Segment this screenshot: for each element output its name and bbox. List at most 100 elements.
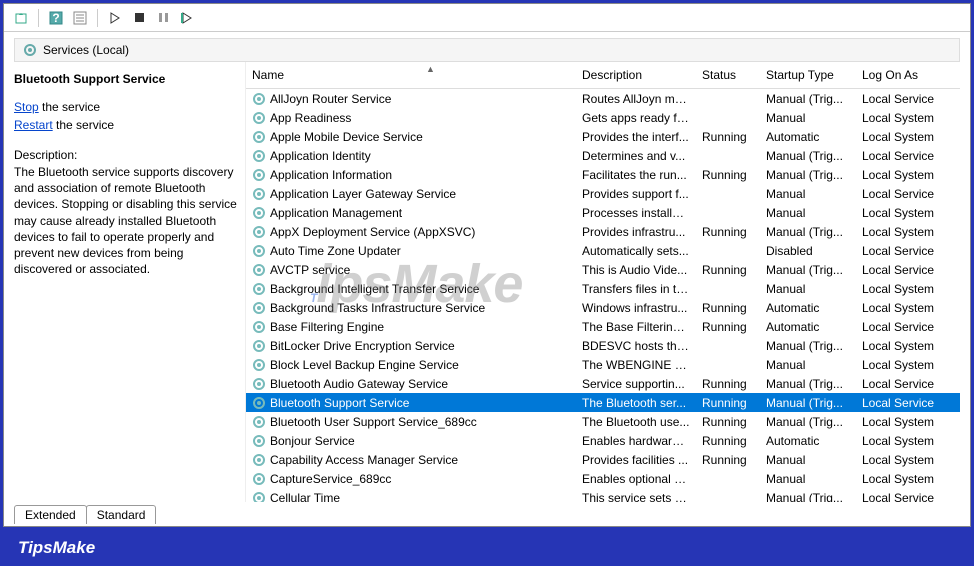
gear-icon [252,149,266,163]
tab-standard[interactable]: Standard [86,505,157,524]
service-desc: Provides the interf... [576,130,696,144]
service-status: Running [696,320,760,334]
service-desc: Processes installat... [576,206,696,220]
service-row[interactable]: BitLocker Drive Encryption ServiceBDESVC… [246,336,960,355]
service-desc: Transfers files in th... [576,282,696,296]
view-title: Services (Local) [43,43,129,57]
help-icon[interactable]: ? [45,7,67,29]
svg-text:?: ? [52,11,59,25]
list-pane: ▲ Name Description Status Startup Type L… [246,62,960,502]
service-status: Running [696,415,760,429]
service-logon: Local System [856,130,948,144]
service-row[interactable]: Bluetooth Audio Gateway ServiceService s… [246,374,960,393]
service-row[interactable]: Block Level Backup Engine Service The WBE… [246,355,960,374]
tab-extended[interactable]: Extended [14,505,87,524]
service-name: Bluetooth User Support Service_689cc [270,415,477,429]
service-row[interactable]: Background Intelligent Transfer Service T… [246,279,960,298]
stop-service-icon[interactable] [128,7,150,29]
col-startup[interactable]: Startup Type [760,68,856,82]
service-desc: This service sets ti... [576,491,696,503]
service-status: Running [696,301,760,315]
service-startup: Manual (Trig... [760,339,856,353]
gear-icon [252,111,266,125]
service-desc: Enables optional s... [576,472,696,486]
service-startup: Manual [760,453,856,467]
export-icon[interactable] [10,7,32,29]
restart-link[interactable]: Restart [14,118,53,132]
service-logon: Local System [856,358,948,372]
service-row[interactable]: Application Layer Gateway ServiceProvide… [246,184,960,203]
service-name: BitLocker Drive Encryption Service [270,339,455,353]
service-name: Background Tasks Infrastructure Service [270,301,485,315]
service-row[interactable]: App ReadinessGets apps ready fo...Manual… [246,108,960,127]
col-status[interactable]: Status [696,68,760,82]
detail-title: Bluetooth Support Service [14,72,237,86]
service-startup: Manual (Trig... [760,149,856,163]
service-status: Running [696,263,760,277]
service-rows[interactable]: AllJoyn Router ServiceRoutes AllJoyn me.… [246,89,960,502]
pause-service-icon[interactable] [152,7,174,29]
service-status: Running [696,168,760,182]
gear-icon [252,130,266,144]
service-logon: Local Service [856,491,948,503]
service-row[interactable]: Bluetooth Support ServiceThe Bluetooth s… [246,393,960,412]
toolbar: ? [4,4,970,32]
service-row[interactable]: Apple Mobile Device ServiceProvides the … [246,127,960,146]
service-row[interactable]: Cellular TimeThis service sets ti...Manu… [246,488,960,502]
service-name: Capability Access Manager Service [270,453,458,467]
service-row[interactable]: AVCTP serviceThis is Audio Vide...Runnin… [246,260,960,279]
service-startup: Manual (Trig... [760,396,856,410]
service-name: AppX Deployment Service (AppXSVC) [270,225,475,239]
service-row[interactable]: Base Filtering EngineThe Base Filtering … [246,317,960,336]
service-name: Application Management [270,206,402,220]
restart-service-icon[interactable] [176,7,198,29]
service-desc: Facilitates the run... [576,168,696,182]
service-row[interactable]: Application IdentityDetermines and v...M… [246,146,960,165]
toolbar-separator [97,9,98,27]
service-startup: Manual (Trig... [760,263,856,277]
service-row[interactable]: Background Tasks Infrastructure ServiceW… [246,298,960,317]
col-logon[interactable]: Log On As [856,68,948,82]
gear-icon [252,339,266,353]
service-status: Running [696,396,760,410]
gear-icon [252,244,266,258]
gear-icon [252,377,266,391]
service-logon: Local System [856,415,948,429]
service-name: Application Layer Gateway Service [270,187,456,201]
service-startup: Manual [760,206,856,220]
service-row[interactable]: Bluetooth User Support Service_689ccThe … [246,412,960,431]
stop-link[interactable]: Stop [14,100,39,114]
service-row[interactable]: Auto Time Zone UpdaterAutomatically sets… [246,241,960,260]
properties-icon[interactable] [69,7,91,29]
gear-icon [252,320,266,334]
services-icon [23,43,37,57]
service-name: Bluetooth Audio Gateway Service [270,377,448,391]
start-service-icon[interactable] [104,7,126,29]
service-name: CaptureService_689cc [270,472,391,486]
service-startup: Manual (Trig... [760,377,856,391]
gear-icon [252,415,266,429]
service-name: App Readiness [270,111,351,125]
service-startup: Automatic [760,301,856,315]
service-row[interactable]: Application InformationFacilitates the r… [246,165,960,184]
service-row[interactable]: AllJoyn Router ServiceRoutes AllJoyn me.… [246,89,960,108]
service-row[interactable]: Capability Access Manager ServiceProvide… [246,450,960,469]
service-desc: Gets apps ready fo... [576,111,696,125]
service-status: Running [696,130,760,144]
service-name: Block Level Backup Engine Service [270,358,459,372]
service-desc: The WBENGINE se... [576,358,696,372]
service-startup: Automatic [760,320,856,334]
col-description[interactable]: Description [576,68,696,82]
service-row[interactable]: Bonjour ServiceEnables hardware ...Runni… [246,431,960,450]
service-name: Bonjour Service [270,434,355,448]
service-name: Background Intelligent Transfer Service [270,282,479,296]
service-row[interactable]: CaptureService_689cc Enables optional s..… [246,469,960,488]
service-row[interactable]: Application Management Processes installa… [246,203,960,222]
col-name[interactable]: Name [246,68,576,82]
gear-icon [252,168,266,182]
service-row[interactable]: AppX Deployment Service (AppXSVC)Provide… [246,222,960,241]
service-desc: The Bluetooth ser... [576,396,696,410]
service-status: Running [696,434,760,448]
service-logon: Local System [856,301,948,315]
service-logon: Local System [856,282,948,296]
